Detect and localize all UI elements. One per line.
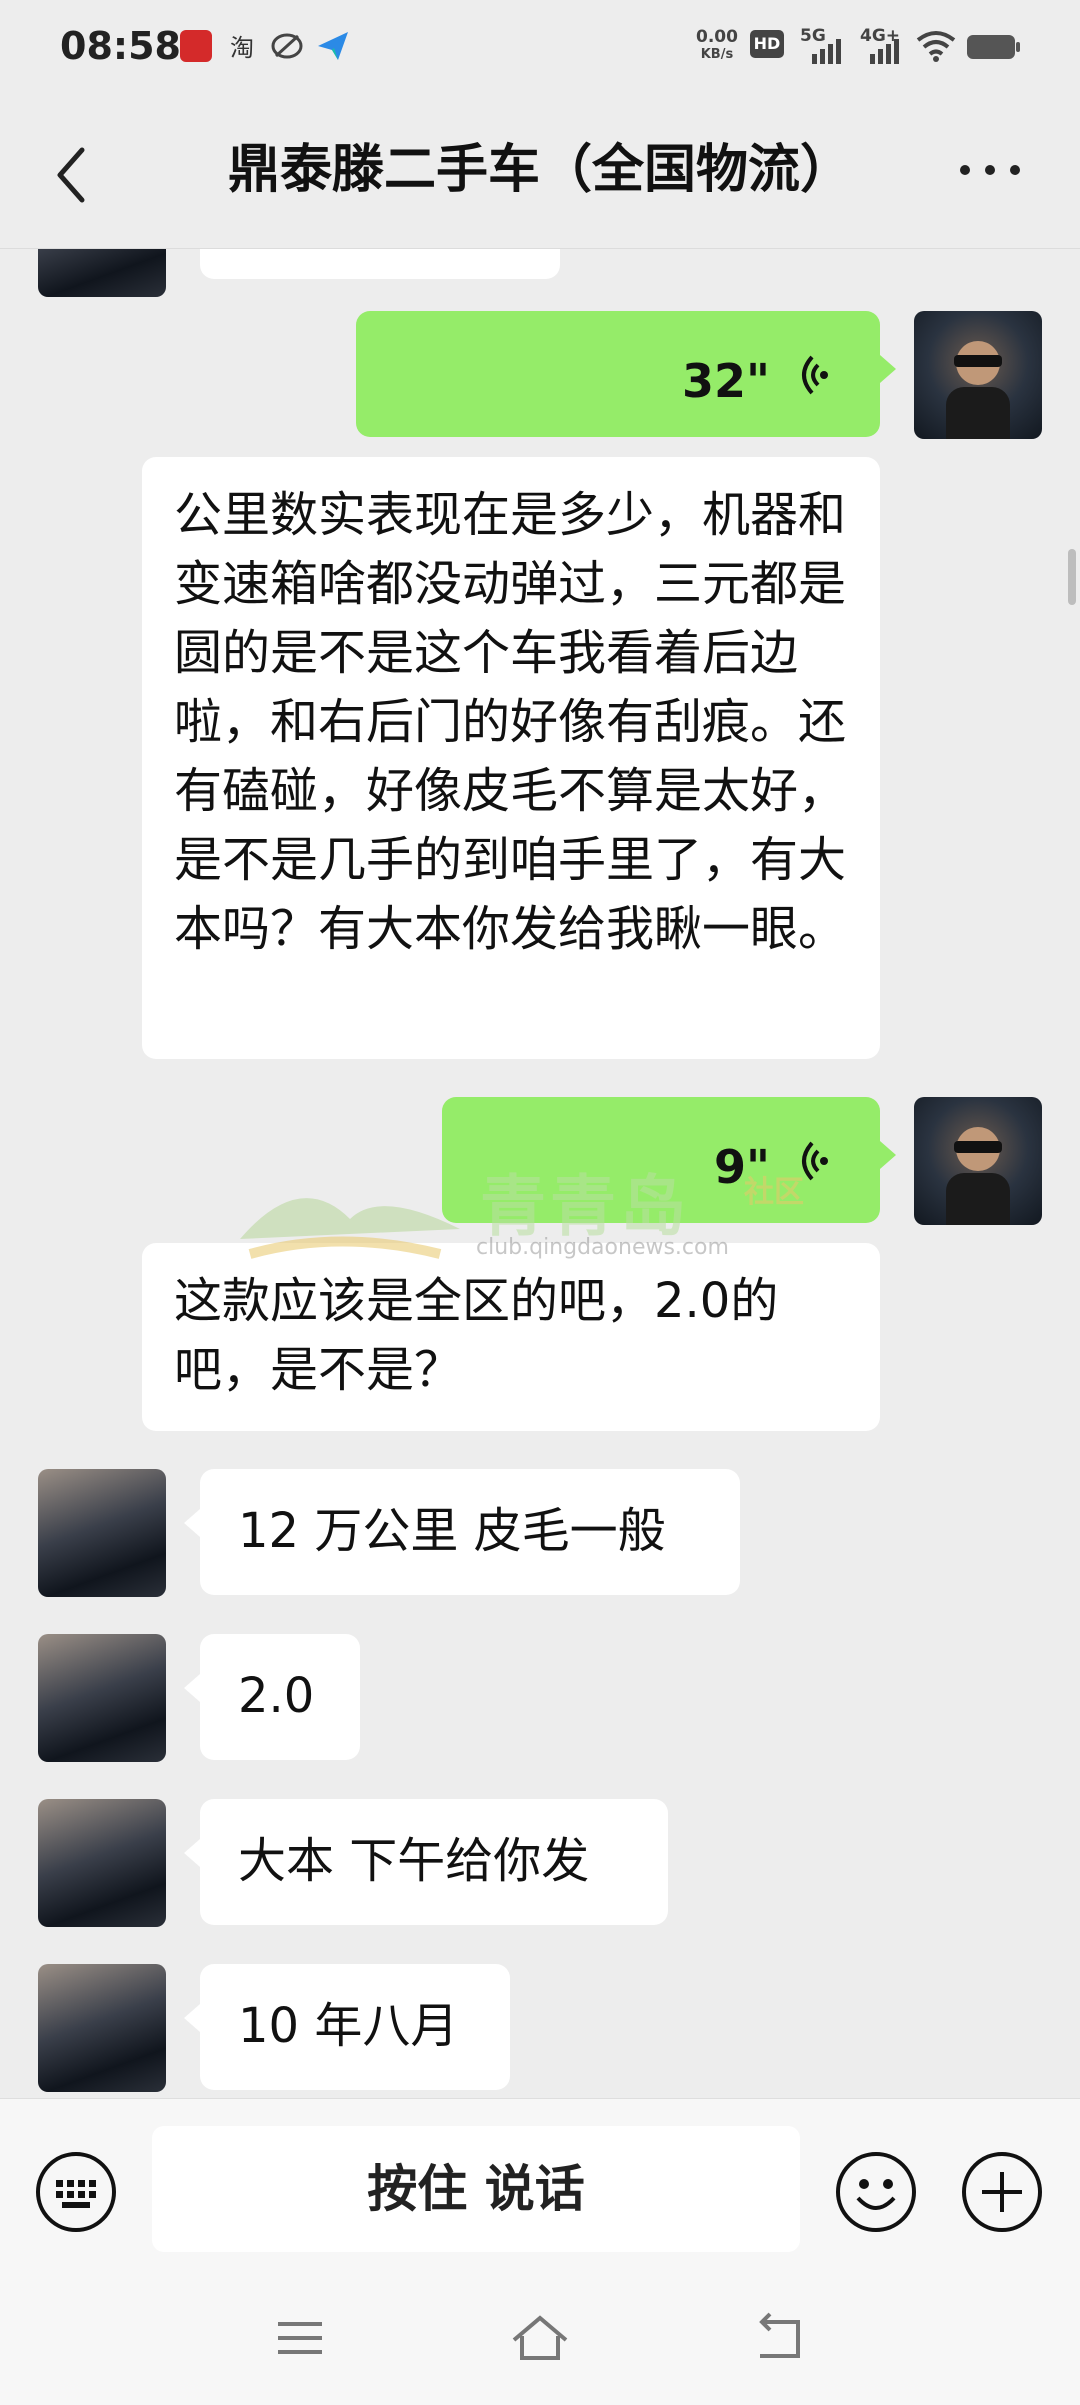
contact-avatar[interactable] — [38, 249, 166, 297]
watermark-mountain-logo — [240, 1198, 460, 1259]
signal-icon-2 — [870, 39, 899, 64]
contact-avatar[interactable] — [38, 1799, 166, 1927]
received-message: 10 年八月 — [184, 1964, 510, 2090]
voice-duration: 32" — [682, 354, 770, 408]
contact-avatar[interactable] — [38, 1634, 166, 1762]
status-time: 08:58 — [60, 24, 181, 68]
watermark-url: club.qingdaonews.com — [476, 1235, 729, 1260]
emoji-icon[interactable] — [834, 2150, 918, 2234]
plus-icon[interactable] — [960, 2150, 1044, 2234]
net-speed-unit: KB/s — [700, 47, 734, 62]
message-bubble-partial — [200, 249, 560, 279]
net-speed-value: 0.00 — [696, 27, 738, 47]
voice-wave-icon — [802, 355, 828, 395]
voice-message[interactable]: 32" — [356, 311, 896, 437]
battery-icon — [967, 35, 1020, 59]
hold-to-talk-button[interactable]: 按住 说话 — [152, 2126, 800, 2252]
more-options-icon[interactable] — [955, 150, 1025, 190]
user-avatar[interactable] — [914, 311, 1042, 439]
message-text: 10 年八月 — [238, 1998, 459, 2054]
user-avatar[interactable] — [914, 1097, 1042, 1225]
back-nav-icon[interactable] — [750, 2310, 810, 2366]
watermark: 青青岛 社区 club.qingdaonews.com — [240, 1149, 840, 1309]
chat-title: 鼎泰滕二手车（全国物流） — [227, 140, 852, 200]
chat-area[interactable]: 32" 公里数实表现在是多少，机器和变速箱啥都没动弹过，三元都是圆的是不是这个车… — [0, 249, 1080, 2098]
received-message: 2.0 — [184, 1634, 360, 1760]
voice-transcription-1: 公里数实表现在是多少，机器和变速箱啥都没动弹过，三元都是圆的是不是这个车我看着后… — [142, 457, 880, 1059]
wifi-icon — [916, 31, 956, 62]
home-nav-icon[interactable] — [510, 2310, 570, 2366]
keyboard-icon[interactable] — [34, 2150, 118, 2234]
scrollbar-thumb[interactable] — [1068, 549, 1076, 605]
hd-icon: HD — [750, 30, 784, 58]
signal-icon — [812, 39, 841, 64]
net-speed: 0.00 KB/s — [696, 28, 738, 64]
watermark-sub: 社区 — [744, 1175, 804, 1210]
contact-avatar[interactable] — [38, 1964, 166, 2092]
menu-nav-icon[interactable] — [270, 2310, 330, 2366]
received-message: 大本 下午给你发 — [184, 1799, 668, 1925]
received-message: 12 万公里 皮毛一般 — [184, 1469, 740, 1595]
message-text: 12 万公里 皮毛一般 — [238, 1503, 666, 1559]
contact-avatar[interactable] — [38, 1469, 166, 1597]
sync-icon — [271, 33, 303, 59]
send-app-icon — [318, 32, 348, 60]
app-notification-icon — [180, 30, 212, 62]
message-text: 大本 下午给你发 — [238, 1833, 590, 1889]
message-text: 2.0 — [238, 1668, 315, 1724]
status-bar: 08:58 淘 0.00 KB/s HD 5G 4G+ — [0, 0, 1080, 96]
transcription-text: 公里数实表现在是多少，机器和变速箱啥都没动弹过，三元都是圆的是不是这个车我看着后… — [174, 487, 847, 957]
taobao-icon: 淘 — [230, 34, 254, 62]
